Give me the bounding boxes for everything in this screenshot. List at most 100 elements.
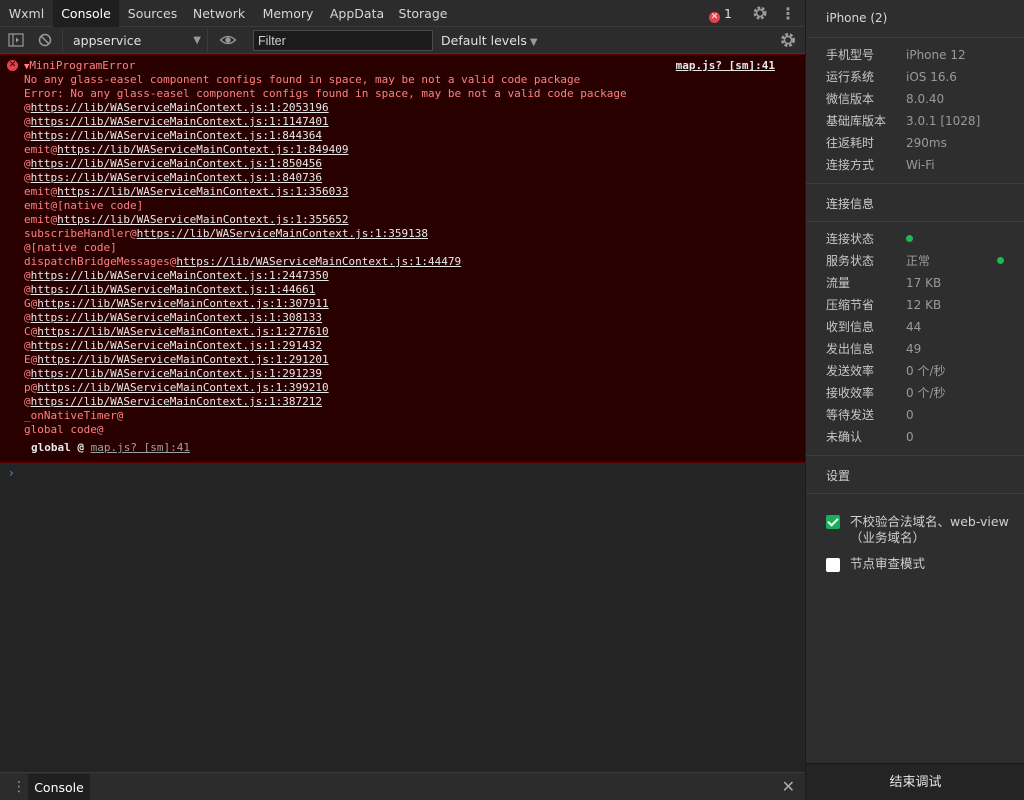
log-levels-label: Default levels (441, 33, 527, 48)
clear-console-icon[interactable] (36, 31, 54, 49)
stack-trace-line[interactable]: emit@https://lib/WAServiceMainContext.js… (24, 213, 349, 227)
stack-frame-link[interactable]: https://lib/WAServiceMainContext.js:1:85… (31, 157, 322, 170)
stack-frame-link[interactable]: https://lib/WAServiceMainContext.js:1:35… (57, 185, 348, 198)
stack-frame-link[interactable]: https://lib/WAServiceMainContext.js:1:44… (176, 255, 461, 268)
stack-trace-line[interactable]: @https://lib/WAServiceMainContext.js:1:4… (24, 283, 315, 297)
info-key: 运行系统 (826, 70, 875, 84)
context-label: appservice (73, 33, 142, 48)
checkbox-unchecked[interactable] (826, 558, 840, 572)
settings-gear-icon[interactable] (748, 0, 772, 27)
info-row: 压缩节省 12 KB (826, 294, 1016, 316)
error-counter[interactable]: ✕ 1 (709, 0, 732, 27)
close-icon[interactable]: ✕ (782, 776, 795, 798)
stack-frame-name: @ (24, 283, 31, 296)
tab-memory[interactable]: Memory (252, 0, 324, 27)
stack-frame-link[interactable]: https://lib/WAServiceMainContext.js:1:11… (31, 115, 329, 128)
global-label: global @ (31, 441, 84, 454)
stack-frame-link[interactable]: https://lib/WAServiceMainContext.js:1:29… (37, 353, 328, 366)
stack-frame-link[interactable]: https://lib/WAServiceMainContext.js:1:29… (31, 339, 322, 352)
option-node-audit[interactable]: 节点审查模式 (826, 556, 1016, 574)
context-select[interactable]: appservice ▼ (62, 29, 208, 52)
stack-frame-name: p@ (24, 381, 38, 394)
stack-trace-line[interactable]: subscribeHandler@https://lib/WAServiceMa… (24, 227, 428, 241)
stack-trace-line[interactable]: G@https://lib/WAServiceMainContext.js:1:… (24, 297, 329, 311)
global-source-link[interactable]: map.js? [sm]:41 (91, 441, 190, 454)
stack-frame-link[interactable]: https://lib/WAServiceMainContext.js:1:35… (57, 213, 348, 226)
stack-frame-name: @ (24, 101, 31, 114)
info-row: 运行系统 iOS 16.6 (826, 66, 1016, 88)
console-settings-gear-icon[interactable] (779, 31, 797, 49)
error-title-row[interactable]: ▼MiniProgramError (24, 59, 135, 73)
tab-network[interactable]: Network (186, 0, 252, 27)
chevron-down-icon: ▼ (529, 37, 538, 48)
stack-trace-line[interactable]: C@https://lib/WAServiceMainContext.js:1:… (24, 325, 329, 339)
stack-trace-line[interactable]: @https://lib/WAServiceMainContext.js:1:8… (24, 129, 322, 143)
tab-sources[interactable]: Sources (119, 0, 186, 27)
tab-console[interactable]: Console (53, 0, 119, 27)
info-value: 49 (906, 342, 922, 356)
drawer-menu-icon[interactable]: ⋮ (12, 777, 26, 797)
eye-icon[interactable] (219, 31, 237, 49)
stack-frame-link[interactable]: https://lib/WAServiceMainContext.js:1:44… (31, 283, 316, 296)
stack-trace-line[interactable]: @https://lib/WAServiceMainContext.js:1:2… (24, 367, 322, 381)
sidebar-toggle-icon[interactable] (7, 31, 25, 49)
console-toolbar: appservice ▼ Default levels▼ (0, 27, 805, 54)
checkbox-checked[interactable] (826, 515, 840, 529)
stack-frame-name: @ (24, 395, 31, 408)
info-value: 3.0.1 [1028] (906, 114, 981, 128)
tab-wxml[interactable]: Wxml (0, 0, 53, 27)
console-prompt-icon[interactable]: › (9, 466, 14, 480)
stack-trace-line[interactable]: @https://lib/WAServiceMainContext.js:1:8… (24, 157, 322, 171)
stack-trace-line[interactable]: emit@https://lib/WAServiceMainContext.js… (24, 143, 349, 157)
stack-trace-line[interactable]: @https://lib/WAServiceMainContext.js:1:2… (24, 101, 329, 115)
end-debug-button[interactable]: 结束调试 (806, 763, 1024, 800)
info-row: 未确认 0 (826, 426, 1016, 448)
info-key: 微信版本 (826, 92, 875, 106)
info-row: 发送效率 0 个/秒 (826, 360, 1016, 382)
error-source-link[interactable]: map.js? [sm]:41 (676, 59, 775, 73)
stack-frame-link[interactable]: https://lib/WAServiceMainContext.js:1:84… (31, 171, 322, 184)
stack-trace-line[interactable]: @https://lib/WAServiceMainContext.js:1:1… (24, 115, 329, 129)
bottom-drawer: ⋮ Console ✕ (0, 772, 805, 800)
stack-trace-line[interactable]: @https://lib/WAServiceMainContext.js:1:3… (24, 395, 322, 409)
stack-trace-line[interactable]: @https://lib/WAServiceMainContext.js:1:2… (24, 339, 322, 353)
stack-frame-link[interactable]: https://lib/WAServiceMainContext.js:1:84… (31, 129, 322, 142)
stack-trace-line[interactable]: @https://lib/WAServiceMainContext.js:1:2… (24, 269, 329, 283)
stack-trace-line[interactable]: @https://lib/WAServiceMainContext.js:1:8… (24, 171, 322, 185)
info-key: 发送效率 (826, 364, 875, 378)
stack-frame-link[interactable]: https://lib/WAServiceMainContext.js:1:38… (31, 395, 322, 408)
stack-frame-link[interactable]: https://lib/WAServiceMainContext.js:1:29… (31, 367, 322, 380)
info-key: 流量 (826, 276, 851, 290)
more-menu-icon[interactable]: ⋮ (779, 0, 797, 27)
stack-frame-link[interactable]: https://lib/WAServiceMainContext.js:1:35… (137, 227, 428, 240)
filter-input[interactable] (253, 30, 433, 51)
stack-frame-link[interactable]: https://lib/WAServiceMainContext.js:1:30… (31, 311, 322, 324)
option-skip-domain-check[interactable]: 不校验合法域名、web-view（业务域名） (826, 514, 1016, 548)
stack-trace-line[interactable]: E@https://lib/WAServiceMainContext.js:1:… (24, 353, 329, 367)
stack-trace-line[interactable]: dispatchBridgeMessages@https://lib/WASer… (24, 255, 461, 269)
stack-trace-line[interactable]: emit@https://lib/WAServiceMainContext.js… (24, 185, 349, 199)
info-row: 连接状态 (826, 228, 1016, 250)
stack-frame-link[interactable]: https://lib/WAServiceMainContext.js:1:20… (31, 101, 329, 114)
info-value: 17 KB (906, 276, 942, 290)
divider (806, 183, 1024, 184)
log-levels-dropdown[interactable]: Default levels ▼ (441, 27, 538, 56)
stack-frame-link[interactable]: https://lib/WAServiceMainContext.js:1:27… (37, 325, 328, 338)
stack-frame-link[interactable]: https://lib/WAServiceMainContext.js:1:84… (57, 143, 348, 156)
info-key: 连接状态 (826, 232, 875, 246)
stack-frame-link[interactable]: https://lib/WAServiceMainContext.js:1:39… (37, 381, 328, 394)
info-key: 发出信息 (826, 342, 875, 356)
drawer-tab-console[interactable]: Console (28, 774, 90, 800)
tab-appdata[interactable]: AppData (324, 0, 390, 27)
info-row: 微信版本 8.0.40 (826, 88, 1016, 110)
stack-trace-line[interactable]: @https://lib/WAServiceMainContext.js:1:3… (24, 311, 322, 325)
stack-trace-line[interactable]: p@https://lib/WAServiceMainContext.js:1:… (24, 381, 329, 395)
tab-storage[interactable]: Storage (390, 0, 456, 27)
stack-frame-name: @ (24, 339, 31, 352)
info-row: 往返耗时 290ms (826, 132, 1016, 154)
stack-frame-link[interactable]: https://lib/WAServiceMainContext.js:1:30… (37, 297, 328, 310)
option-node-audit-label: 节点审查模式 (850, 556, 926, 571)
connection-title: 连接信息 (826, 197, 875, 211)
stack-frame-link[interactable]: https://lib/WAServiceMainContext.js:1:24… (31, 269, 329, 282)
stack-frame-name: @ (24, 157, 31, 170)
